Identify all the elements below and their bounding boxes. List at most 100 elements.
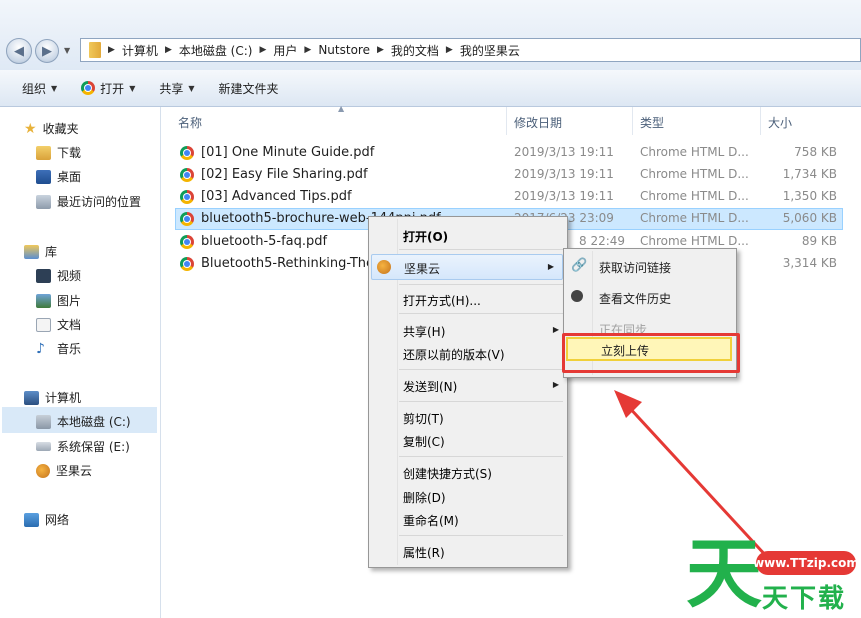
open-button[interactable]: 打开 ▼ [69, 80, 147, 97]
sidebar-item-network[interactable]: 网络 [24, 511, 69, 528]
breadcrumb-my-documents[interactable]: 我的文档 [387, 42, 443, 59]
sidebar-item-desktop[interactable]: 桌面 [36, 168, 81, 185]
breadcrumb-local-disk[interactable]: 本地磁盘 (C:) [175, 42, 257, 59]
breadcrumb-separator: ▶ [445, 45, 453, 55]
file-type: Chrome HTML D... [640, 167, 749, 181]
libraries-icon [24, 244, 39, 259]
column-divider[interactable] [632, 107, 633, 135]
chevron-down-icon: ▼ [188, 83, 195, 93]
new-folder-label: 新建文件夹 [218, 81, 279, 96]
submenu-arrow-icon: ▶ [552, 380, 559, 389]
menu-item-delete[interactable]: 删除(D) [403, 489, 446, 506]
sidebar-item-music[interactable]: ♪ 音乐 [36, 340, 81, 357]
file-name: Bluetooth5-Rethinking-The [201, 256, 375, 271]
file-date: 2019/3/13 19:11 [514, 167, 614, 181]
file-name: [03] Advanced Tips.pdf [201, 189, 352, 204]
documents-icon [36, 317, 51, 332]
sidebar-item-nutstore[interactable]: 坚果云 [36, 462, 92, 479]
breadcrumb-separator: ▶ [376, 45, 384, 55]
sidebar-item-pictures[interactable]: 图片 [36, 292, 81, 309]
sidebar-item-videos[interactable]: 视频 [36, 267, 81, 284]
menu-separator [399, 456, 563, 457]
menu-item-open[interactable]: 打开(O) [403, 228, 448, 245]
file-row[interactable]: [03] Advanced Tips.pdf 2019/3/13 19:11 C… [175, 186, 843, 208]
menu-item-open-with[interactable]: 打开方式(H)... [403, 292, 481, 309]
organize-button[interactable]: 组织 ▼ [10, 80, 69, 97]
breadcrumb-my-nutstore[interactable]: 我的坚果云 [456, 42, 524, 59]
breadcrumb-computer[interactable]: 计算机 [118, 42, 162, 59]
menu-item-restore-previous[interactable]: 还原以前的版本(V) [403, 346, 505, 363]
column-header-name[interactable]: 名称 [178, 114, 202, 131]
sidebar-item-reserved[interactable]: 系统保留 (E:) [36, 438, 130, 455]
file-size: 1,350 KB [782, 189, 837, 203]
sidebar-item-recent[interactable]: 最近访问的位置 [36, 193, 141, 210]
computer-icon [24, 390, 39, 405]
sidebar-item-favorites[interactable]: ★ 收藏夹 [24, 120, 79, 137]
menu-item-send-to[interactable]: 发送到(N) [403, 378, 457, 395]
file-size: 3,314 KB [782, 256, 837, 270]
menu-item-properties[interactable]: 属性(R) [403, 544, 445, 561]
menu-item-label: 坚果云 [404, 262, 441, 276]
file-date: 8 22:49 [579, 234, 626, 248]
column-header-type[interactable]: 类型 [640, 114, 664, 131]
sidebar-item-libraries[interactable]: 库 [24, 243, 57, 260]
address-field[interactable]: ▶ 计算机 ▶ 本地磁盘 (C:) ▶ 用户 ▶ Nutstore ▶ 我的文档… [80, 38, 861, 62]
new-folder-button[interactable]: 新建文件夹 [207, 80, 291, 97]
sidebar-item-local-disk[interactable]: 本地磁盘 (C:) [36, 413, 131, 430]
breadcrumb-separator: ▶ [304, 45, 312, 55]
submenu-arrow-icon: ▶ [552, 325, 559, 334]
star-icon: ★ [24, 120, 37, 137]
file-type: Chrome HTML D... [640, 234, 749, 248]
breadcrumb-separator: ▶ [108, 45, 115, 55]
drive-icon [36, 414, 51, 429]
network-icon [24, 512, 39, 527]
file-name: [02] Easy File Sharing.pdf [201, 167, 368, 182]
file-type: Chrome HTML D... [640, 211, 749, 225]
file-name: [01] One Minute Guide.pdf [201, 145, 375, 160]
file-row[interactable]: [01] One Minute Guide.pdf 2019/3/13 19:1… [175, 142, 843, 164]
menu-item-share[interactable]: 共享(H) [403, 323, 445, 340]
column-divider[interactable] [506, 107, 507, 135]
file-date: 2019/3/13 19:11 [514, 145, 614, 159]
sidebar-label: 下载 [57, 146, 82, 160]
column-header-size[interactable]: 大小 [768, 114, 792, 131]
navigation-pane: ★ 收藏夹 下载 桌面 最近访问的位置 库 视频 图片 文档 ♪ 音乐 计算机 … [0, 107, 161, 618]
file-row[interactable]: [02] Easy File Sharing.pdf 2019/3/13 19:… [175, 164, 843, 186]
back-button[interactable]: ◀ [6, 38, 32, 64]
menu-separator [399, 369, 563, 370]
sidebar-item-computer[interactable]: 计算机 [24, 389, 81, 406]
file-type: Chrome HTML D... [640, 145, 749, 159]
menu-item-create-shortcut[interactable]: 创建快捷方式(S) [403, 465, 492, 482]
column-header-date[interactable]: 修改日期 [514, 114, 562, 131]
chrome-pdf-icon [180, 212, 194, 226]
submenu-item-history[interactable]: 查看文件历史 [599, 290, 671, 307]
file-date: 2019/3/13 19:11 [514, 189, 614, 203]
desktop-icon [36, 169, 51, 184]
menu-item-copy[interactable]: 复制(C) [403, 433, 445, 450]
menu-separator [399, 313, 563, 314]
recent-pages-dropdown[interactable]: ▼ [64, 46, 70, 55]
chevron-down-icon: ▼ [51, 83, 58, 93]
sidebar-label: 音乐 [57, 342, 82, 356]
file-name: bluetooth-5-faq.pdf [201, 234, 328, 249]
sidebar-item-downloads[interactable]: 下载 [36, 144, 81, 161]
share-button[interactable]: 共享 ▼ [147, 80, 206, 97]
file-size: 1,734 KB [782, 167, 837, 181]
menu-item-cut[interactable]: 剪切(T) [403, 410, 444, 427]
menu-item-nutstore[interactable]: 坚果云 ▶ [371, 254, 563, 280]
breadcrumb-users[interactable]: 用户 [269, 42, 301, 59]
file-size: 89 KB [801, 234, 837, 248]
column-divider[interactable] [760, 107, 761, 135]
breadcrumb-nutstore[interactable]: Nutstore [314, 43, 374, 57]
chrome-pdf-icon [180, 257, 194, 271]
submenu-item-get-link[interactable]: 获取访问链接 [599, 259, 671, 276]
file-size: 5,060 KB [782, 211, 837, 225]
menu-item-rename[interactable]: 重命名(M) [403, 512, 459, 529]
chrome-pdf-icon [180, 168, 194, 182]
sidebar-label: 计算机 [45, 391, 82, 405]
recent-places-icon [36, 194, 51, 209]
nutstore-icon [377, 260, 391, 274]
sidebar-item-documents[interactable]: 文档 [36, 316, 81, 333]
forward-button[interactable]: ▶ [35, 39, 59, 63]
watermark-big-char: 天 [686, 529, 762, 618]
